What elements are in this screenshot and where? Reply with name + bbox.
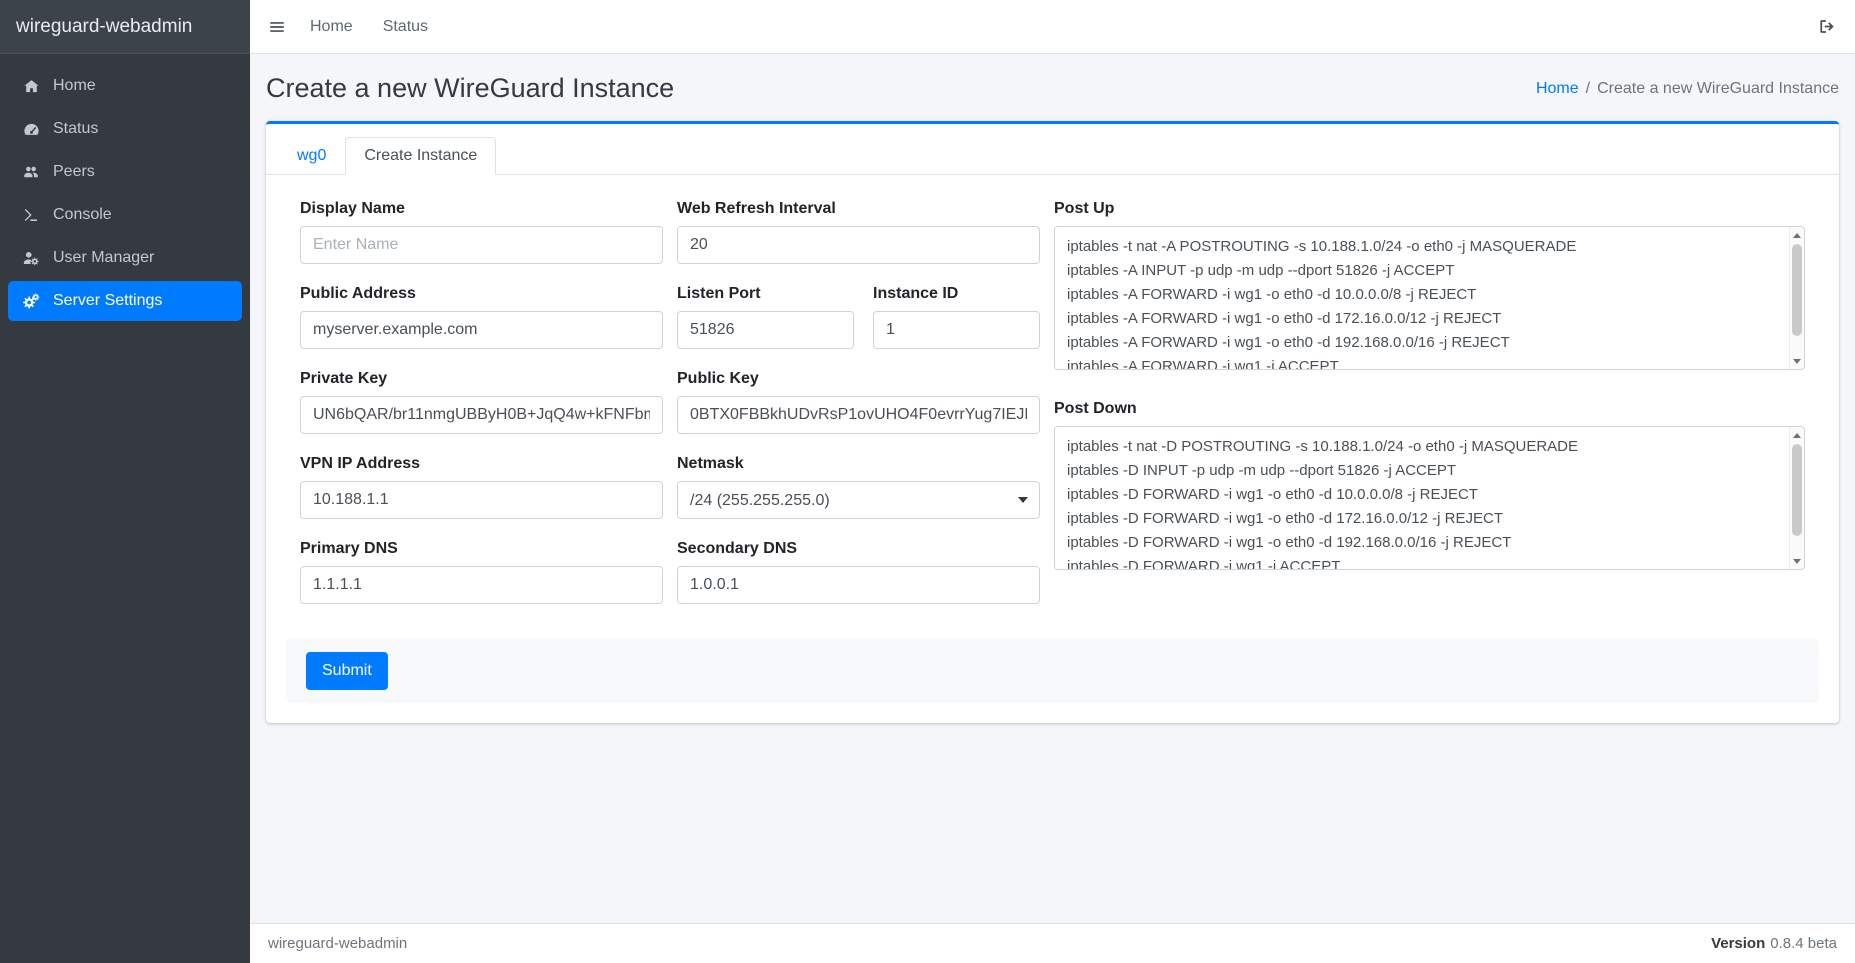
create-instance-form: Display Name Public Address Private Key <box>266 175 1839 723</box>
footer-version-label: Version <box>1711 935 1765 952</box>
field-post-down: Post Down iptables -t nat -D POSTROUTING… <box>1054 400 1805 570</box>
post-down-scrollbar <box>1789 427 1804 569</box>
display-name-label: Display Name <box>300 200 663 218</box>
card-tabs: wg0 Create Instance <box>266 124 1839 175</box>
breadcrumb-separator: / <box>1586 80 1590 98</box>
web-refresh-interval-label: Web Refresh Interval <box>677 200 1040 218</box>
public-address-label: Public Address <box>300 285 663 303</box>
primary-dns-input[interactable] <box>300 566 663 604</box>
secondary-dns-label: Secondary DNS <box>677 540 1040 558</box>
main-column: Home Status Create a new WireGuard Insta… <box>250 0 1855 963</box>
scrollbar-down-arrow[interactable] <box>1790 554 1804 568</box>
sidebar-item-label: User Manager <box>53 249 154 267</box>
listen-port-input[interactable] <box>677 311 854 349</box>
field-listen-port: Listen Port <box>677 285 854 349</box>
topnav-link-home[interactable]: Home <box>310 18 353 36</box>
field-netmask: Netmask /24 (255.255.255.0) <box>677 455 1040 519</box>
terminal-icon <box>18 207 44 223</box>
sidebar-item-home[interactable]: Home <box>8 66 242 106</box>
post-up-scrollbar <box>1789 227 1804 369</box>
gears-icon <box>18 292 44 310</box>
field-display-name: Display Name <box>300 200 663 264</box>
sidebar-item-label: Home <box>53 77 96 95</box>
post-up-label: Post Up <box>1054 200 1805 218</box>
scrollbar-thumb[interactable] <box>1792 244 1802 336</box>
sidebar-nav: Home Status Peers <box>0 54 250 336</box>
tab-wg0[interactable]: wg0 <box>278 137 345 175</box>
public-address-input[interactable] <box>300 311 663 349</box>
netmask-label: Netmask <box>677 455 1040 473</box>
sidebar-item-user-manager[interactable]: User Manager <box>8 238 242 278</box>
instance-id-label: Instance ID <box>873 285 1040 303</box>
display-name-input[interactable] <box>300 226 663 264</box>
public-key-input[interactable] <box>677 396 1040 434</box>
web-refresh-interval-input[interactable] <box>677 226 1040 264</box>
users-gear-icon <box>18 249 44 267</box>
primary-dns-label: Primary DNS <box>300 540 663 558</box>
field-vpn-ip-address: VPN IP Address <box>300 455 663 519</box>
form-column-2: Web Refresh Interval Listen Port Instanc… <box>677 200 1040 625</box>
app-brand[interactable]: wireguard-webadmin <box>0 0 250 54</box>
hamburger-menu-icon[interactable] <box>268 18 286 36</box>
vpn-ip-address-label: VPN IP Address <box>300 455 663 473</box>
sidebar-item-peers[interactable]: Peers <box>8 152 242 192</box>
top-navbar: Home Status <box>250 0 1855 54</box>
breadcrumb-current: Create a new WireGuard Instance <box>1597 80 1839 98</box>
sidebar-item-server-settings[interactable]: Server Settings <box>8 281 242 321</box>
users-icon <box>18 163 44 181</box>
sidebar-item-label: Console <box>53 206 112 224</box>
sidebar-item-label: Peers <box>53 163 95 181</box>
field-primary-dns: Primary DNS <box>300 540 663 604</box>
breadcrumb-home-link[interactable]: Home <box>1536 80 1579 98</box>
page-footer: wireguard-webadmin Version 0.8.4 beta <box>250 923 1855 963</box>
field-secondary-dns: Secondary DNS <box>677 540 1040 604</box>
field-web-refresh-interval: Web Refresh Interval <box>677 200 1040 264</box>
sidebar: wireguard-webadmin Home Status <box>0 0 250 963</box>
footer-version: Version 0.8.4 beta <box>1711 935 1837 952</box>
sidebar-item-console[interactable]: Console <box>8 195 242 235</box>
form-column-1: Display Name Public Address Private Key <box>300 200 663 625</box>
scrollbar-thumb[interactable] <box>1792 444 1802 536</box>
sidebar-item-label: Server Settings <box>53 292 162 310</box>
scrollbar-down-arrow[interactable] <box>1790 354 1804 368</box>
field-private-key: Private Key <box>300 370 663 434</box>
tachometer-icon <box>18 121 44 138</box>
post-up-textarea[interactable]: iptables -t nat -A POSTROUTING -s 10.188… <box>1054 226 1805 370</box>
footer-version-value: 0.8.4 beta <box>1770 935 1837 952</box>
field-pair-port-instance: Listen Port Instance ID <box>677 285 1040 370</box>
page-title: Create a new WireGuard Instance <box>266 73 674 104</box>
instance-id-input[interactable] <box>873 311 1040 349</box>
public-key-label: Public Key <box>677 370 1040 388</box>
footer-brand: wireguard-webadmin <box>268 935 407 952</box>
instance-card: wg0 Create Instance Display Name Public … <box>266 121 1839 723</box>
private-key-input[interactable] <box>300 396 663 434</box>
secondary-dns-input[interactable] <box>677 566 1040 604</box>
listen-port-label: Listen Port <box>677 285 854 303</box>
topnav-link-status[interactable]: Status <box>383 18 428 36</box>
sidebar-item-status[interactable]: Status <box>8 109 242 149</box>
post-down-label: Post Down <box>1054 400 1805 418</box>
vpn-ip-address-input[interactable] <box>300 481 663 519</box>
field-public-address: Public Address <box>300 285 663 349</box>
content-header: Create a new WireGuard Instance Home / C… <box>250 54 1855 121</box>
field-instance-id: Instance ID <box>873 285 1040 349</box>
form-footer: Submit <box>286 639 1819 703</box>
breadcrumb: Home / Create a new WireGuard Instance <box>1536 80 1839 98</box>
private-key-label: Private Key <box>300 370 663 388</box>
form-column-3: Post Up iptables -t nat -A POSTROUTING -… <box>1054 200 1805 625</box>
submit-button[interactable]: Submit <box>306 652 388 690</box>
field-post-up: Post Up iptables -t nat -A POSTROUTING -… <box>1054 200 1805 370</box>
netmask-select[interactable]: /24 (255.255.255.0) <box>677 481 1040 519</box>
content-wrapper: Create a new WireGuard Instance Home / C… <box>250 54 1855 923</box>
post-down-textarea[interactable]: iptables -t nat -D POSTROUTING -s 10.188… <box>1054 426 1805 570</box>
scrollbar-up-arrow[interactable] <box>1790 428 1804 442</box>
scrollbar-up-arrow[interactable] <box>1790 228 1804 242</box>
sidebar-item-label: Status <box>53 120 98 138</box>
field-public-key: Public Key <box>677 370 1040 434</box>
home-icon <box>18 78 44 95</box>
tab-create-instance[interactable]: Create Instance <box>345 137 496 175</box>
sign-out-icon[interactable] <box>1818 17 1837 36</box>
